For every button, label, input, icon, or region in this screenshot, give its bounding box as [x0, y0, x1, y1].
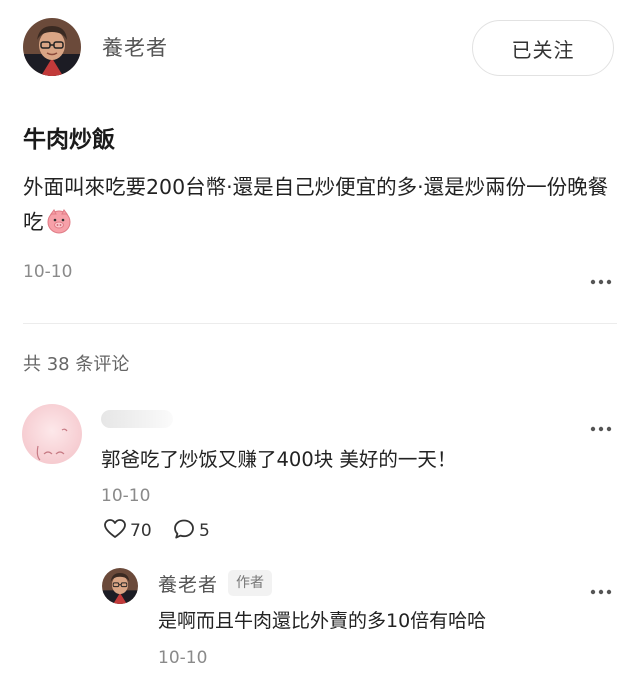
reply-author-name[interactable]: 養老者 — [158, 570, 218, 597]
follow-button[interactable]: 已关注 — [472, 20, 614, 76]
comment-count-label: 共 38 条评论 — [23, 354, 130, 375]
reply-author-avatar[interactable] — [102, 568, 138, 604]
like-button[interactable]: 70 — [104, 518, 152, 544]
author-badge: 作者 — [228, 570, 272, 596]
reply-more-icon[interactable] — [590, 580, 612, 595]
comment-text: 郭爸吃了炒饭又赚了400块 美好的一天！ — [101, 448, 457, 471]
post-body: 外面叫來吃要200台幣·還是自己炒便宜的多·還是炒兩份一份晚餐吃 — [23, 170, 617, 240]
comment-date: 10-10 — [101, 486, 151, 506]
post-header: 養老者 已关注 — [0, 0, 640, 95]
reply-count: 5 — [199, 521, 210, 541]
post-body-text: 外面叫來吃要200台幣·還是自己炒便宜的多·還是炒兩份一份晚餐吃 — [23, 175, 609, 234]
pig-face-emoji-icon — [46, 208, 72, 234]
reply-date: 10-10 — [158, 648, 208, 668]
heart-icon — [104, 519, 126, 543]
like-count: 70 — [130, 521, 152, 541]
author-name[interactable]: 養老者 — [102, 32, 168, 62]
post-title: 牛肉炒飯 — [23, 127, 115, 153]
reply-text: 是啊而且牛肉還比外賣的多10倍有哈哈 — [158, 610, 487, 632]
post-more-icon[interactable] — [590, 270, 612, 285]
post-date: 10-10 — [23, 262, 73, 282]
comment-more-icon[interactable] — [590, 417, 612, 432]
reply-button[interactable]: 5 — [173, 518, 210, 544]
post-detail-page: 養老者 已关注 牛肉炒飯 外面叫來吃要200台幣·還是自己炒便宜的多·還是炒兩份… — [0, 0, 640, 679]
comment-bubble-icon — [173, 519, 195, 543]
commenter-name-blurred — [101, 410, 173, 428]
author-avatar[interactable] — [23, 18, 81, 76]
section-divider — [23, 323, 617, 324]
commenter-avatar[interactable] — [22, 404, 82, 464]
